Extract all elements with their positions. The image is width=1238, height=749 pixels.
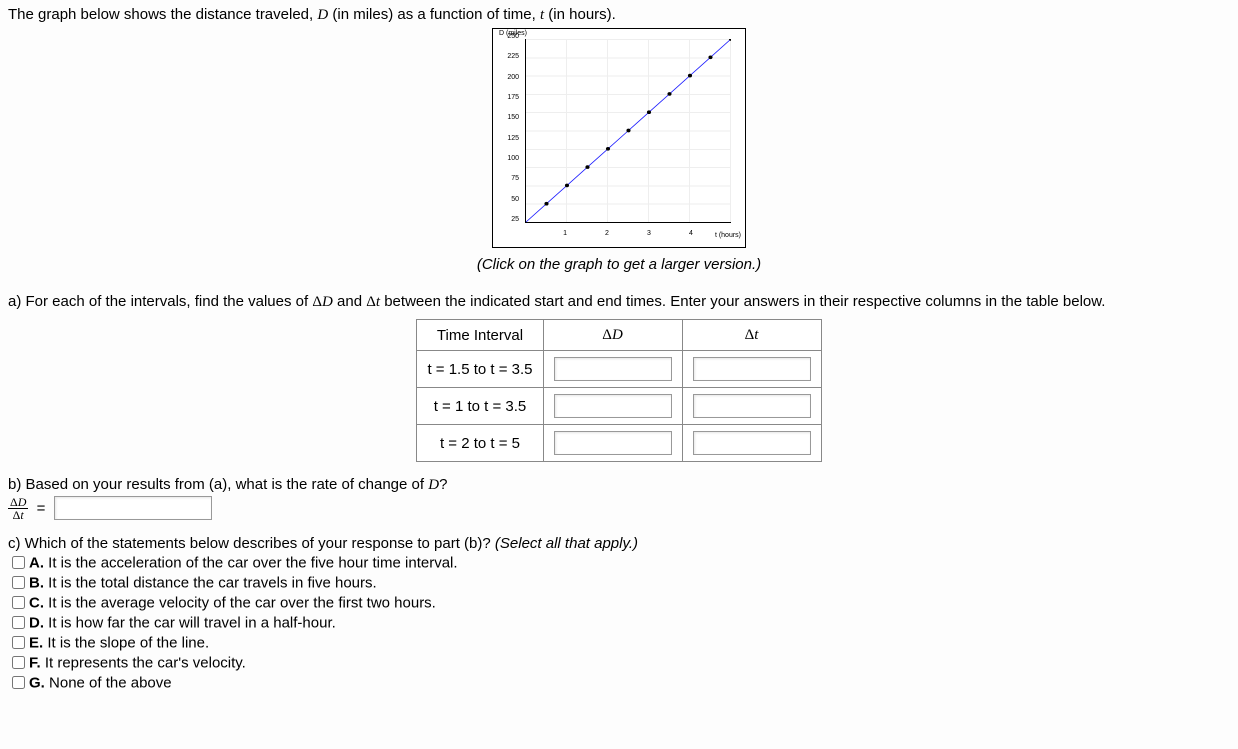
input-rate[interactable]	[54, 496, 212, 520]
checkbox-f[interactable]	[12, 656, 25, 669]
checkbox-b[interactable]	[12, 576, 25, 589]
rate-fraction: ΔD Δt	[8, 496, 28, 521]
part-c-prompt: c) Which of the statements below describ…	[8, 535, 1230, 552]
input-dd-1[interactable]	[554, 357, 672, 381]
x-axis-label: t (hours)	[715, 232, 741, 239]
checkbox-e[interactable]	[12, 636, 25, 649]
input-dt-1[interactable]	[693, 357, 811, 381]
choices-list: A. It is the acceleration of the car ove…	[8, 554, 1230, 693]
graph: D (miles) 25 50 75 100 125 150 175 200 2…	[497, 33, 737, 243]
table-row: t = 2 to t = 5	[417, 425, 821, 462]
checkbox-g[interactable]	[12, 676, 25, 689]
x-ticks: 1 2 3 4	[525, 230, 731, 237]
choice-c[interactable]: C. It is the average velocity of the car…	[8, 594, 1230, 613]
interval-table: Time Interval ΔD Δt t = 1.5 to t = 3.5 t…	[416, 319, 821, 462]
equals-sign: =	[37, 500, 46, 517]
interval-label: t = 1 to t = 3.5	[417, 388, 543, 425]
graph-link[interactable]: D (miles) 25 50 75 100 125 150 175 200 2…	[492, 28, 746, 248]
table-row: t = 1 to t = 3.5	[417, 388, 821, 425]
choice-e[interactable]: E. It is the slope of the line.	[8, 634, 1230, 653]
choice-f[interactable]: F. It represents the car's velocity.	[8, 654, 1230, 673]
input-dt-3[interactable]	[693, 431, 811, 455]
checkbox-d[interactable]	[12, 616, 25, 629]
checkbox-c[interactable]	[12, 596, 25, 609]
graph-caption: (Click on the graph to get a larger vers…	[8, 256, 1230, 273]
choice-a[interactable]: A. It is the acceleration of the car ove…	[8, 554, 1230, 573]
choice-b[interactable]: B. It is the total distance the car trav…	[8, 574, 1230, 593]
part-a-prompt: a) For each of the intervals, find the v…	[8, 293, 1230, 311]
plot-area	[525, 39, 731, 223]
col-header-dd: ΔD	[543, 320, 682, 351]
choice-g[interactable]: G. None of the above	[8, 674, 1230, 693]
table-row: t = 1.5 to t = 3.5	[417, 351, 821, 388]
y-ticks: 25 50 75 100 125 150 175 200 225 250	[497, 33, 519, 223]
col-header-interval: Time Interval	[417, 320, 543, 351]
part-b-prompt: b) Based on your results from (a), what …	[8, 476, 1230, 494]
input-dd-2[interactable]	[554, 394, 672, 418]
input-dd-3[interactable]	[554, 431, 672, 455]
choice-d[interactable]: D. It is how far the car will travel in …	[8, 614, 1230, 633]
interval-label: t = 1.5 to t = 3.5	[417, 351, 543, 388]
interval-label: t = 2 to t = 5	[417, 425, 543, 462]
input-dt-2[interactable]	[693, 394, 811, 418]
col-header-dt: Δt	[682, 320, 821, 351]
checkbox-a[interactable]	[12, 556, 25, 569]
intro-text: The graph below shows the distance trave…	[8, 6, 1230, 24]
